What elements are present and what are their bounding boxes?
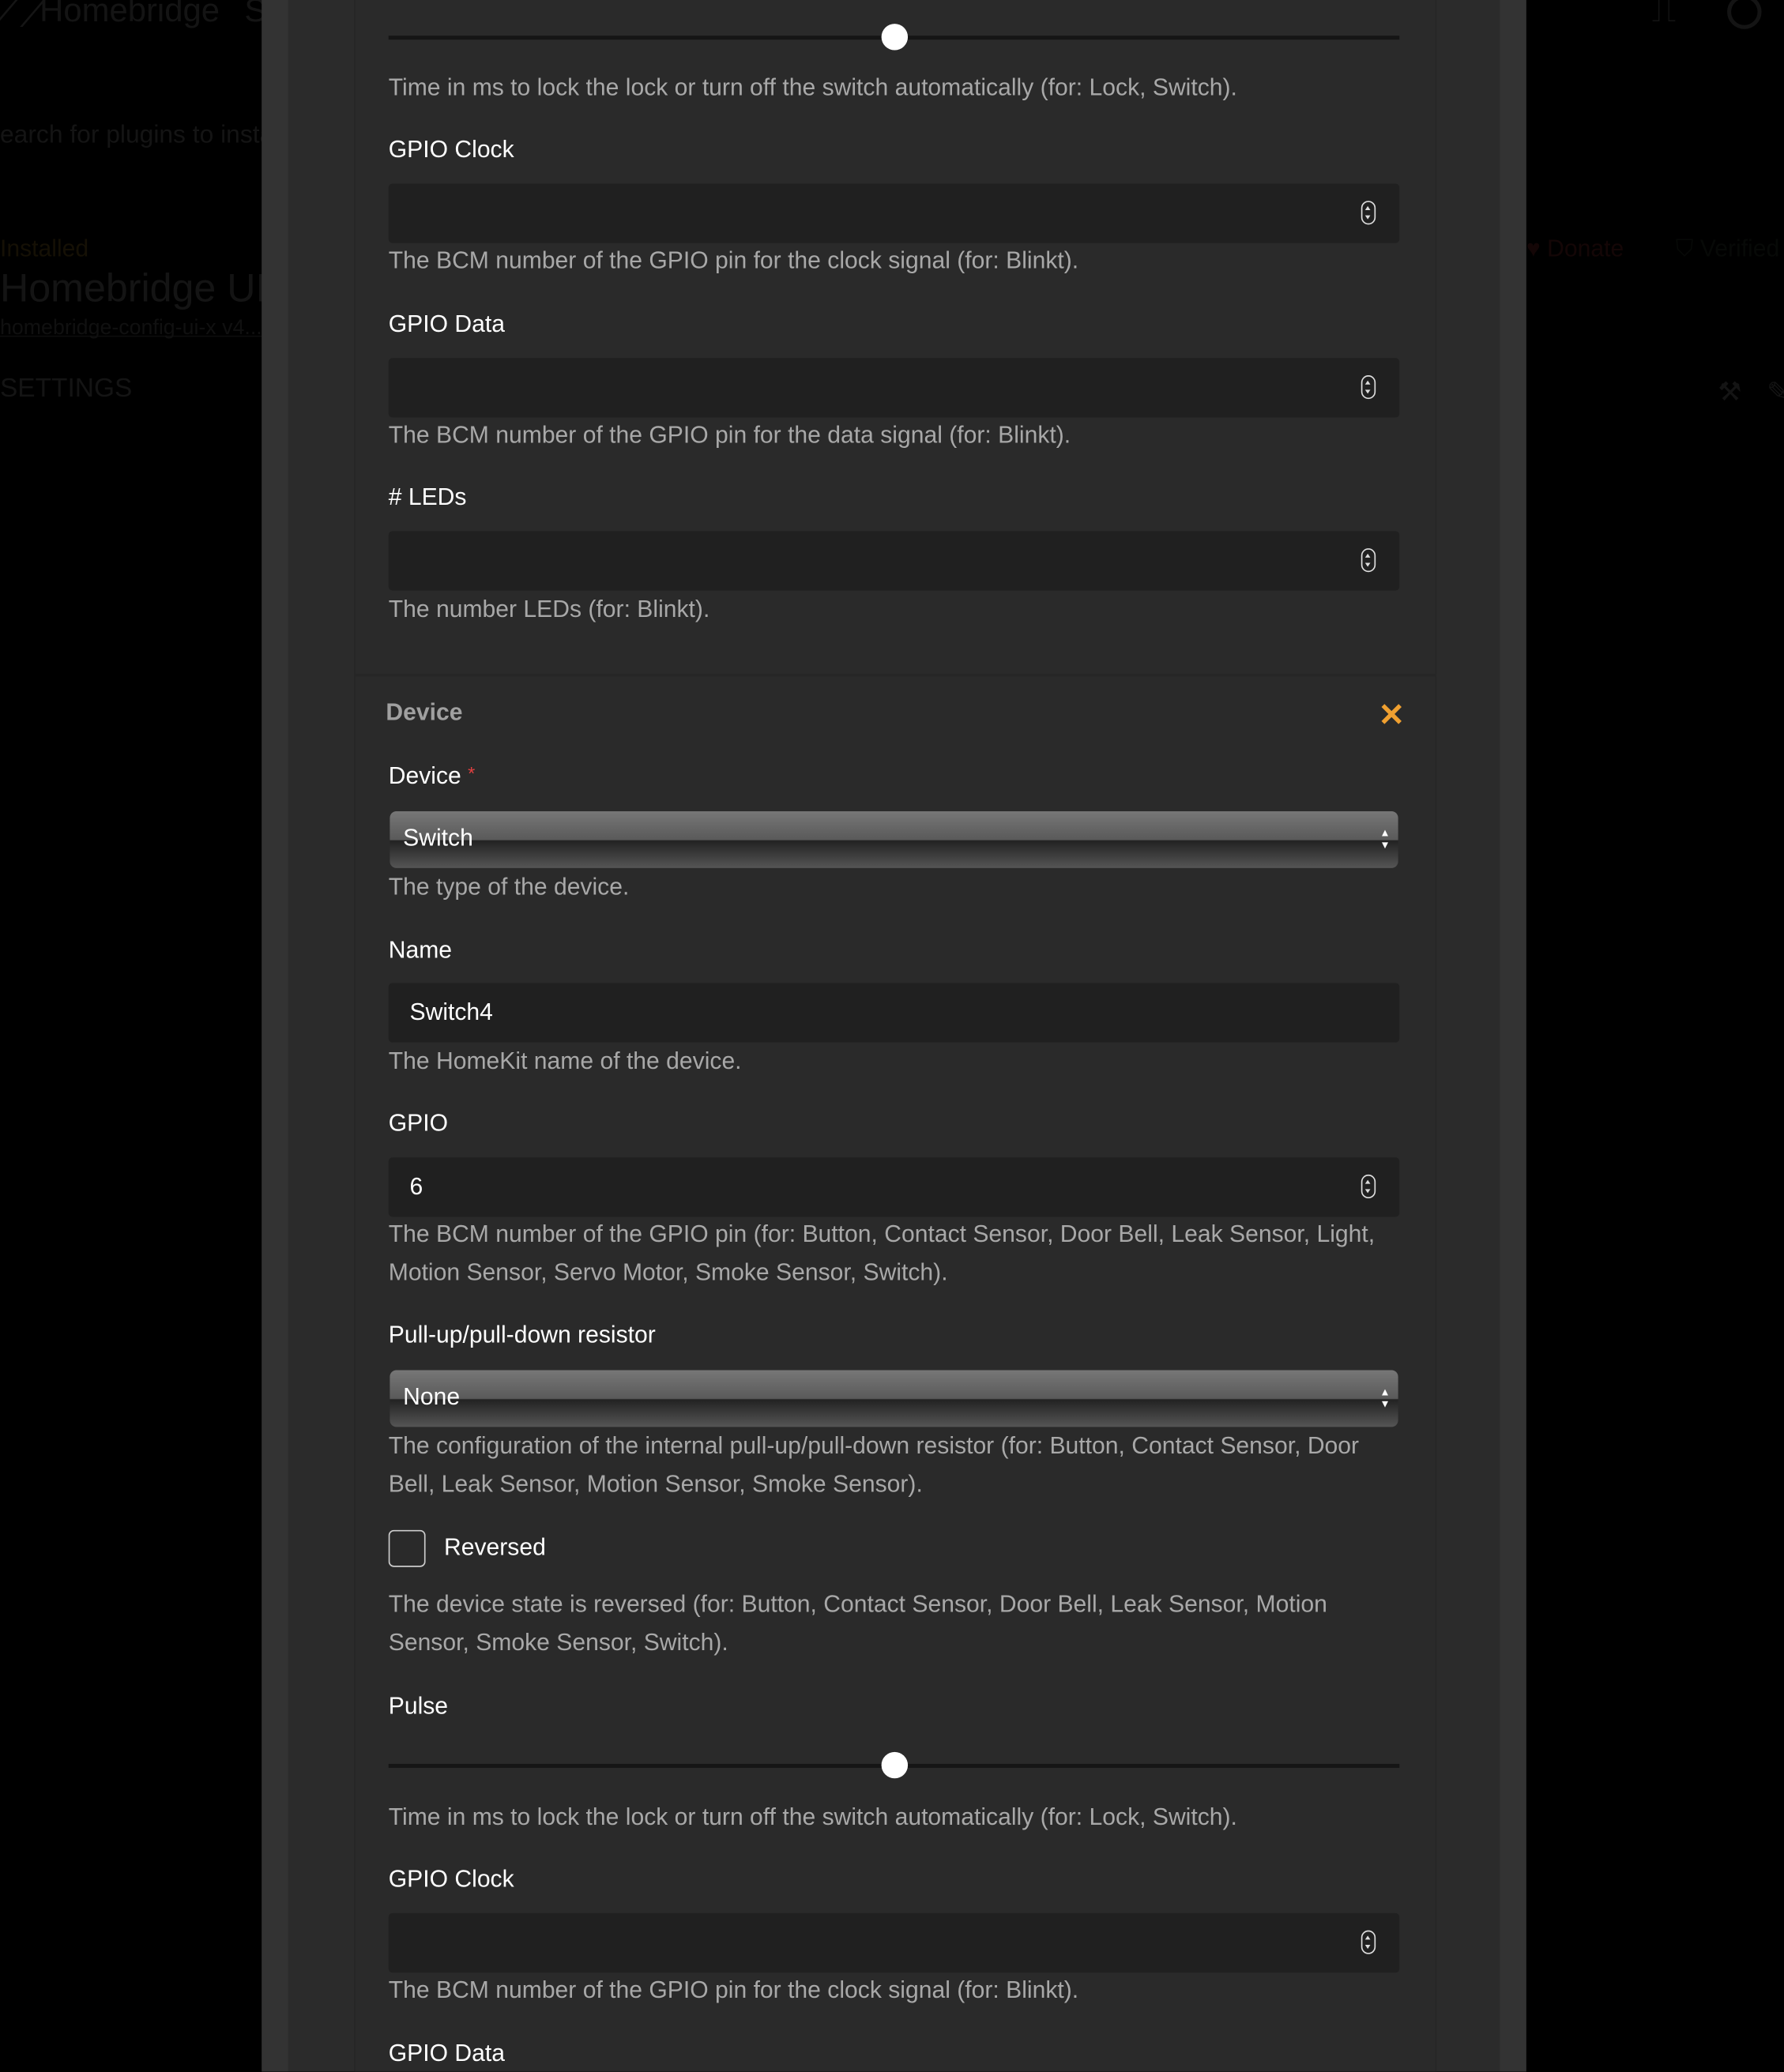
gpio-clock-help: The BCM number of the GPIO pin for the c…: [388, 246, 1079, 274]
required-mark: *: [468, 762, 476, 784]
reversed-checkbox[interactable]: [388, 1529, 426, 1567]
gpio-clock-label: GPIO Clock: [388, 136, 514, 163]
terminal-icon[interactable]: ⎍: [1652, 0, 1676, 32]
shield-icon: ⛉: [1675, 235, 1700, 262]
wrench-icon[interactable]: ⚒: [1718, 375, 1741, 408]
leds-help: The number LEDs (for: Blinkt).: [388, 596, 710, 622]
pulse-help: Time in ms to lock the lock or turn off …: [388, 1803, 1237, 1830]
pulse-slider[interactable]: [388, 1751, 1400, 1779]
pulse-slider[interactable]: [388, 24, 1400, 51]
device-help: The type of the device.: [388, 873, 630, 901]
reversed-help: The device state is reversed (for: Butto…: [388, 1590, 1327, 1656]
section-heading: Device: [386, 698, 463, 726]
device-label: Device *: [389, 762, 476, 790]
name-help: The HomeKit name of the device.: [388, 1047, 742, 1074]
settings-label: SETTINGS: [0, 374, 133, 404]
select-arrows-icon: ▲ ▼: [1379, 827, 1391, 852]
pull-label: Pull-up/pull-down resistor: [388, 1321, 656, 1348]
spinner-icon[interactable]: [1361, 1930, 1376, 1954]
gpio-data-label: GPIO Data: [388, 310, 505, 337]
gpio-clock-help: The BCM number of the GPIO pin for the c…: [388, 1976, 1079, 2003]
device-select[interactable]: Switch ▲ ▼: [390, 810, 1398, 868]
donate-link[interactable]: ♥ Donate: [1526, 235, 1624, 263]
select-arrows-icon: ▲ ▼: [1379, 1386, 1391, 1410]
gpio-clock-input[interactable]: [388, 1912, 1400, 1973]
gpio-data-input[interactable]: [388, 358, 1400, 418]
verified-badge: ⛉ Verified: [1676, 235, 1779, 263]
spinner-icon[interactable]: [1361, 201, 1376, 225]
pull-select[interactable]: None ▲ ▼: [390, 1370, 1398, 1427]
installed-label: Installed: [0, 235, 89, 262]
spinner-icon[interactable]: [1361, 375, 1376, 400]
power-icon[interactable]: [1727, 0, 1762, 29]
gpio-input[interactable]: 6: [388, 1157, 1400, 1217]
search-input[interactable]: earch for plugins to insta: [0, 122, 273, 151]
gpio-value: 6: [409, 1173, 423, 1200]
spinner-icon[interactable]: [1361, 548, 1376, 573]
gpio-data-help: The BCM number of the GPIO pin for the d…: [388, 421, 1071, 449]
verified-label: Verified: [1699, 235, 1780, 262]
close-icon[interactable]: ✕: [1379, 696, 1406, 735]
gpio-label: GPIO: [388, 1109, 449, 1137]
device-label-text: Device: [388, 762, 461, 789]
name-label: Name: [388, 936, 453, 964]
plugin-title: Homebridge UI: [0, 266, 267, 311]
app-title: Homebridge: [40, 0, 220, 29]
reversed-label[interactable]: Reversed: [444, 1534, 546, 1562]
spinner-icon[interactable]: [1361, 1174, 1376, 1199]
slider-thumb[interactable]: [880, 1751, 908, 1779]
pulse-help: Time in ms to lock the lock or turn off …: [388, 73, 1237, 101]
donate-label: Donate: [1547, 235, 1624, 262]
leds-input[interactable]: [388, 531, 1400, 591]
edit-icon[interactable]: ✎: [1767, 375, 1784, 408]
gpio-data-label: GPIO Data: [388, 2040, 505, 2066]
screen: ⟋⟋ Homebridge S earch for plugins to ins…: [0, 0, 1784, 2072]
pull-select-value: None: [403, 1383, 461, 1410]
name-input[interactable]: Switch4: [388, 983, 1400, 1043]
leds-label: # LEDs: [388, 483, 467, 510]
pulse-label: Pulse: [388, 1692, 449, 1720]
gpio-clock-label: GPIO Clock: [388, 1865, 514, 1893]
pull-help: The configuration of the internal pull-u…: [388, 1432, 1360, 1498]
device-select-value: Switch: [403, 824, 473, 852]
gpio-help: The BCM number of the GPIO pin (for: But…: [388, 1220, 1376, 1286]
plugin-subtitle: homebridge-config-ui-x v4...: [0, 317, 262, 340]
gpio-clock-input[interactable]: [388, 183, 1400, 243]
heart-icon: ♥: [1526, 235, 1548, 262]
slider-thumb[interactable]: [880, 24, 908, 51]
